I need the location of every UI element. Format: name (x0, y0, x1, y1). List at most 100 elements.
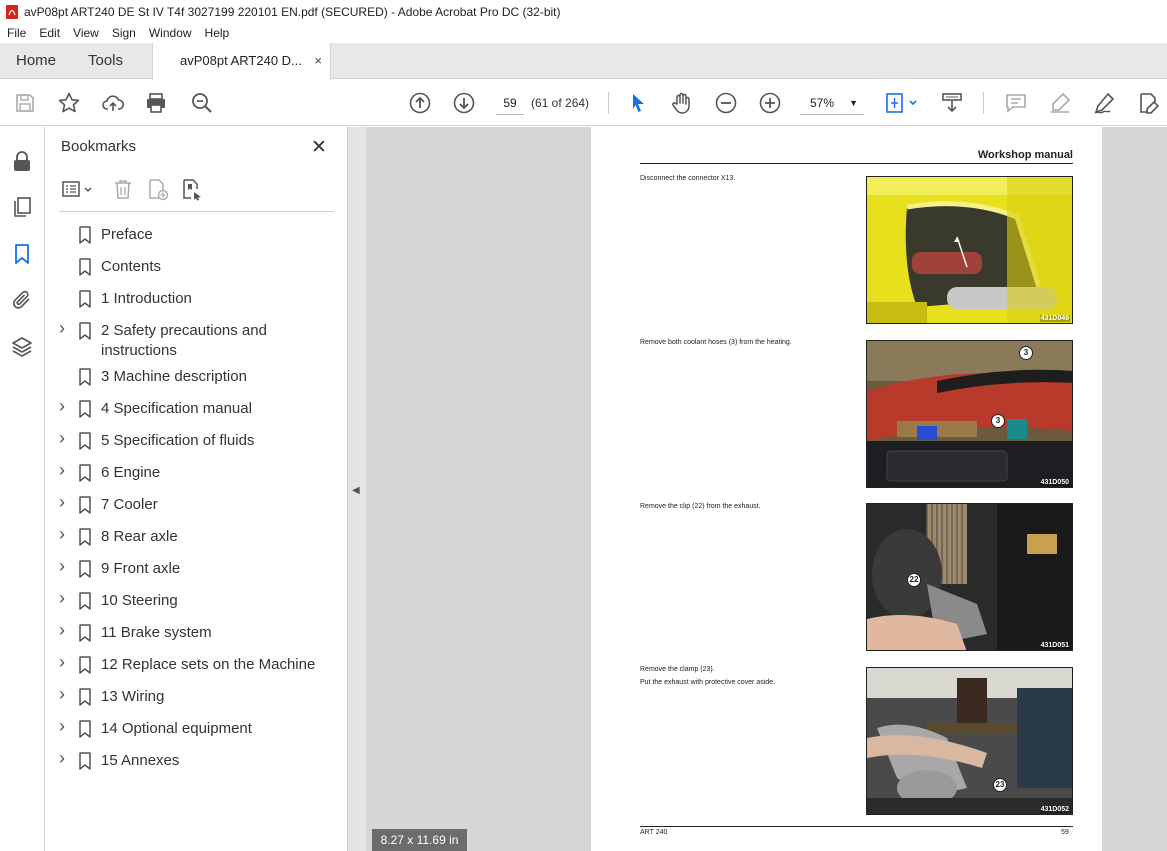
photo-exhaust-clamp (867, 668, 1072, 814)
zoom-level-select[interactable]: 57% ▼ (800, 91, 864, 115)
tab-home[interactable]: Home (16, 43, 56, 79)
select-cursor-icon[interactable] (626, 91, 650, 115)
callout-marker: 3 (991, 414, 1005, 428)
chevron-right-icon[interactable]: › (59, 716, 65, 737)
new-bookmark-icon[interactable] (145, 177, 169, 201)
chevron-right-icon[interactable]: › (59, 748, 65, 769)
page-footer-model: ART 240 (640, 829, 668, 836)
bookmarks-panel: Bookmarks ✕ Preface Contents 1 Introductio… (45, 127, 348, 851)
bookmark-icon (79, 496, 91, 514)
callout-marker: 22 (907, 573, 921, 587)
bookmark-label: 9 Front axle (101, 560, 181, 577)
lock-icon[interactable] (10, 149, 34, 173)
chevron-right-icon[interactable]: › (59, 428, 65, 449)
layers-icon[interactable] (10, 335, 34, 359)
zoom-level-value: 57% (810, 96, 835, 110)
zoom-out-icon[interactable] (714, 91, 738, 115)
bookmark-panel-icon[interactable] (10, 242, 34, 266)
chevron-down-icon: ▼ (849, 98, 858, 108)
document-viewport[interactable]: Workshop manual Disconnect the connector… (366, 127, 1167, 851)
upload-cloud-icon[interactable] (101, 91, 125, 115)
bookmark-label: 5 Specification of fluids (101, 432, 255, 449)
tab-bar: Home Tools avP08pt ART240 D... × (0, 43, 1167, 80)
page-header: Workshop manual (640, 149, 1073, 164)
bookmark-label: 14 Optional equipment (101, 720, 252, 737)
bookmark-icon (79, 226, 91, 244)
bookmark-label: 8 Rear axle (101, 528, 178, 545)
close-icon[interactable]: ✕ (311, 136, 327, 159)
photo-code: 431D051 (1039, 642, 1070, 649)
print-icon[interactable] (144, 91, 168, 115)
step-text: Remove both coolant hoses (3) from the h… (640, 339, 792, 346)
previous-page-icon[interactable] (408, 91, 432, 115)
hand-tool-icon[interactable] (670, 91, 694, 115)
chevron-right-icon[interactable]: › (59, 492, 65, 513)
scroll-mode-icon[interactable] (940, 91, 964, 115)
delete-bookmark-icon[interactable] (111, 177, 135, 201)
menu-help[interactable]: Help (205, 26, 230, 40)
bookmark-label: 11 Brake system (101, 624, 212, 641)
step-photo: 431D049 (866, 176, 1073, 324)
zoom-search-icon[interactable] (190, 91, 214, 115)
chevron-right-icon[interactable]: › (59, 460, 65, 481)
tab-document-label: avP08pt ART240 D... (180, 53, 302, 68)
tab-document[interactable]: avP08pt ART240 D... × (152, 43, 331, 80)
page-footer-rule (640, 826, 1073, 827)
chevron-right-icon[interactable]: › (59, 556, 65, 577)
photo-coolant-hoses (867, 341, 1072, 487)
edit-pdf-icon[interactable] (1136, 91, 1160, 115)
bookmark-icon (79, 656, 91, 674)
bookmark-icon (79, 322, 91, 340)
tab-close-icon[interactable]: × (314, 43, 322, 79)
step-text: Disconnect the connector X13. (640, 175, 736, 182)
bookmark-options-icon[interactable] (61, 177, 97, 201)
menu-file[interactable]: File (7, 26, 26, 40)
highlight-pen-icon[interactable] (1048, 91, 1072, 115)
page-thumbnails-icon[interactable] (10, 195, 34, 219)
acrobat-logo-icon (6, 4, 18, 19)
menu-edit[interactable]: Edit (39, 26, 60, 40)
star-icon[interactable] (57, 91, 81, 115)
bookmark-icon (79, 752, 91, 770)
chevron-right-icon[interactable]: › (59, 524, 65, 545)
step-text: Remove the clamp (23). (640, 666, 715, 673)
bookmark-label: 3 Machine description (101, 368, 247, 385)
page-footer-number: 59 (1061, 829, 1069, 836)
step-photo: 22 431D051 (866, 503, 1073, 651)
panel-collapse-strip[interactable]: ◀ (348, 127, 366, 851)
chevron-right-icon[interactable]: › (59, 620, 65, 641)
find-bookmark-icon[interactable] (179, 177, 203, 201)
bookmark-icon (79, 258, 91, 276)
zoom-in-icon[interactable] (758, 91, 782, 115)
photo-exhaust-clip (867, 504, 1072, 650)
chevron-right-icon[interactable]: › (59, 318, 65, 339)
tab-tools[interactable]: Tools (88, 43, 123, 79)
bookmark-label: Preface (101, 226, 153, 243)
bookmark-icon (79, 688, 91, 706)
collapse-panel-icon[interactable]: ◀ (352, 485, 360, 496)
chevron-right-icon[interactable]: › (59, 684, 65, 705)
comment-icon[interactable] (1004, 91, 1028, 115)
menu-sign[interactable]: Sign (112, 26, 136, 40)
page-number-input[interactable]: 59 (496, 91, 524, 115)
next-page-icon[interactable] (452, 91, 476, 115)
menu-view[interactable]: View (73, 26, 99, 40)
chevron-right-icon[interactable]: › (59, 588, 65, 609)
bookmark-icon (79, 400, 91, 418)
toolbar-divider (983, 92, 984, 114)
chevron-right-icon[interactable]: › (59, 652, 65, 673)
photo-code: 431D049 (1039, 315, 1070, 322)
toolbar-divider (608, 92, 609, 114)
menu-window[interactable]: Window (149, 26, 192, 40)
bookmarks-toolbar (61, 177, 333, 205)
title-bar: avP08pt ART240 DE St IV T4f 3027199 2201… (0, 0, 1167, 23)
photo-yellow-frame-connector (867, 177, 1072, 323)
paperclip-icon[interactable] (10, 288, 34, 312)
fit-page-icon[interactable] (884, 91, 920, 115)
bookmark-label: 1 Introduction (101, 290, 192, 307)
step-photo: 23 431D052 (866, 667, 1073, 815)
page-size-indicator: 8.27 x 11.69 in (372, 829, 467, 851)
sign-pen-icon[interactable] (1092, 91, 1116, 115)
chevron-right-icon[interactable]: › (59, 396, 65, 417)
save-icon[interactable] (13, 91, 37, 115)
